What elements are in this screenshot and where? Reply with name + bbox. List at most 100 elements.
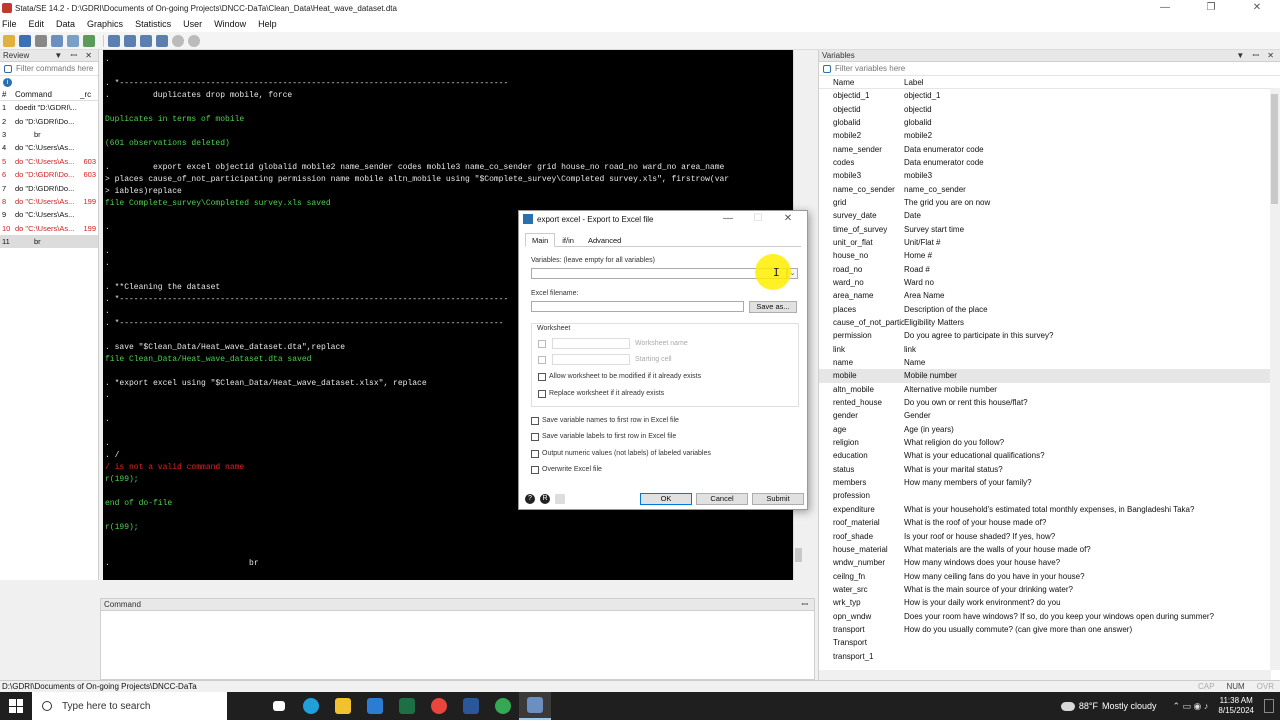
variable-row[interactable]: profession (819, 489, 1280, 502)
col-command[interactable]: Command (12, 90, 80, 99)
review-row[interactable]: 11 br (0, 234, 98, 249)
variable-row[interactable]: members How many members of your family? (819, 476, 1280, 489)
wrench-icon[interactable] (823, 64, 831, 73)
do-file-editor-icon[interactable] (108, 34, 120, 47)
tab-advanced[interactable]: Advanced (581, 233, 628, 247)
variable-row[interactable]: mobile2 mobile2 (819, 129, 1280, 142)
variable-row[interactable]: education What is your educational qualif… (819, 449, 1280, 462)
copy-command-icon[interactable] (555, 494, 565, 504)
variable-row[interactable]: Transport (819, 636, 1280, 649)
variable-row[interactable]: wndw_number How many windows does your ho… (819, 556, 1280, 569)
graph-icon[interactable] (83, 34, 95, 47)
clock[interactable]: 11:38 AM 8/15/2024 (1218, 696, 1254, 716)
variable-row[interactable]: altn_mobile Alternative mobile number (819, 383, 1280, 396)
variable-row[interactable]: survey_date Date (819, 209, 1280, 222)
variables-pin-icon[interactable]: ▼ ꟷ ✕ (1236, 50, 1277, 61)
variable-row[interactable]: status What is your marital status? (819, 463, 1280, 476)
save-icon[interactable] (19, 34, 31, 47)
panel-pin-icon[interactable]: ▼ ꟷ ✕ (54, 50, 95, 61)
dialog-close-button[interactable]: ✕ (773, 211, 803, 227)
menu-graphics[interactable]: Graphics (87, 19, 123, 29)
review-row[interactable]: 4 do "C:\Users\As... (0, 141, 98, 154)
allow-modify-checkbox[interactable] (538, 373, 546, 381)
menu-statistics[interactable]: Statistics (135, 19, 171, 29)
file-explorer-icon[interactable] (327, 692, 359, 720)
variable-row[interactable]: link link (819, 343, 1280, 356)
menu-user[interactable]: User (183, 19, 202, 29)
variable-row[interactable]: water_src What is the main source of your… (819, 583, 1280, 596)
submit-button[interactable]: Submit (752, 493, 804, 505)
taskbar-search[interactable]: Type here to search (32, 692, 227, 720)
review-row[interactable]: 8 do "C:\Users\As... 199 (0, 195, 98, 208)
col-name[interactable]: Name (819, 78, 904, 87)
menu-data[interactable]: Data (56, 19, 75, 29)
variable-row[interactable]: unit_or_flat Unit/Flat # (819, 236, 1280, 249)
col-rc[interactable]: _rc (80, 90, 91, 99)
variable-row[interactable]: age Age (in years) (819, 423, 1280, 436)
viewer-icon[interactable] (67, 34, 79, 47)
variable-row[interactable]: expenditure What is your household's esti… (819, 503, 1280, 516)
variable-row[interactable]: permission Do you agree to participate in… (819, 329, 1280, 342)
variable-row[interactable]: name_co_sender name_co_sender (819, 182, 1280, 195)
menu-file[interactable]: File (2, 19, 17, 29)
review-row[interactable]: 3 br (0, 128, 98, 141)
reset-icon[interactable]: R (540, 494, 550, 504)
review-row[interactable]: 1 doedit "D:\GDRI\... (0, 101, 98, 114)
start-button[interactable] (0, 692, 32, 720)
variable-row[interactable]: grid The grid you are on now (819, 196, 1280, 209)
variable-row[interactable]: mobile3 mobile3 (819, 169, 1280, 182)
col-label[interactable]: Label (904, 78, 924, 87)
variable-row[interactable]: gender Gender (819, 409, 1280, 422)
variable-row[interactable]: transport_1 (819, 649, 1280, 662)
save-as-button[interactable]: Save as... (749, 301, 797, 313)
task-view-icon[interactable] (263, 692, 295, 720)
col-num[interactable]: # (0, 90, 12, 99)
results-scroll-thumb[interactable] (795, 548, 802, 562)
review-row[interactable]: 6 do "D:\GDRI\Do... 603 (0, 168, 98, 181)
review-row[interactable]: 9 do "C:\Users\As... (0, 208, 98, 221)
variable-row[interactable]: time_of_survey Survey start time (819, 222, 1280, 235)
variables-manager-icon[interactable] (156, 34, 168, 47)
variables-scroll-thumb[interactable] (1271, 94, 1278, 204)
tray-icons[interactable]: ⌃ ▭ ◉ ♪ (1173, 701, 1209, 712)
variable-row[interactable]: objectid objectid (819, 102, 1280, 115)
variable-row[interactable]: mobile Mobile number (819, 369, 1280, 383)
weather-widget[interactable]: 88°F Mostly cloudy (1060, 701, 1157, 711)
variable-row[interactable]: codes Data enumerator code (819, 156, 1280, 169)
variables-input[interactable] (531, 268, 787, 279)
variable-row[interactable]: rented_house Do you own or rent this hous… (819, 396, 1280, 409)
variable-row[interactable]: ceilng_fn How many ceiling fans do you ha… (819, 569, 1280, 582)
variable-row[interactable]: house_material What materials are the wal… (819, 543, 1280, 556)
replace-worksheet-checkbox[interactable] (538, 390, 546, 398)
review-filter[interactable]: Filter commands here (0, 62, 98, 76)
ok-button[interactable]: OK (640, 493, 692, 505)
starting-cell-checkbox[interactable] (538, 356, 546, 364)
maximize-button[interactable]: ❐ (1188, 0, 1234, 16)
variable-row[interactable]: cause_of_not_particip...Eligibility Matt… (819, 316, 1280, 329)
review-row[interactable]: 5 do "C:\Users\As... 603 (0, 155, 98, 168)
variable-row[interactable]: opn_wndw Does your room have windows? If … (819, 609, 1280, 622)
variable-row[interactable]: religion What religion do you follow? (819, 436, 1280, 449)
variables-filter[interactable]: Filter variables here (819, 62, 1280, 76)
variable-row[interactable]: name Name (819, 356, 1280, 369)
review-row[interactable]: 10 do "C:\Users\As... 199 (0, 222, 98, 235)
chrome-icon[interactable] (423, 692, 455, 720)
variable-row[interactable]: wrk_typ How is your daily work environmen… (819, 596, 1280, 609)
output-numeric-checkbox[interactable] (531, 450, 539, 458)
variable-row[interactable]: objectid_1 objectid_1 (819, 89, 1280, 102)
help-icon[interactable]: ? (525, 494, 535, 504)
review-row[interactable]: 2 do "D:\GDRI\Do... (0, 114, 98, 127)
variable-row[interactable]: ward_no Ward no (819, 276, 1280, 289)
command-pin-icon[interactable]: ꟷ (801, 599, 811, 610)
worksheet-name-checkbox[interactable] (538, 340, 546, 348)
print-icon[interactable] (35, 34, 47, 47)
wrench-icon[interactable] (4, 64, 12, 73)
info-icon[interactable]: i (3, 78, 12, 87)
save-names-checkbox[interactable] (531, 417, 539, 425)
log-icon[interactable] (51, 34, 63, 47)
save-labels-checkbox[interactable] (531, 433, 539, 441)
variables-scrollbar[interactable] (1270, 88, 1280, 670)
notification-icon[interactable] (1264, 699, 1274, 713)
tab-main[interactable]: Main (525, 233, 556, 247)
stata-taskbar-icon[interactable] (519, 692, 551, 720)
